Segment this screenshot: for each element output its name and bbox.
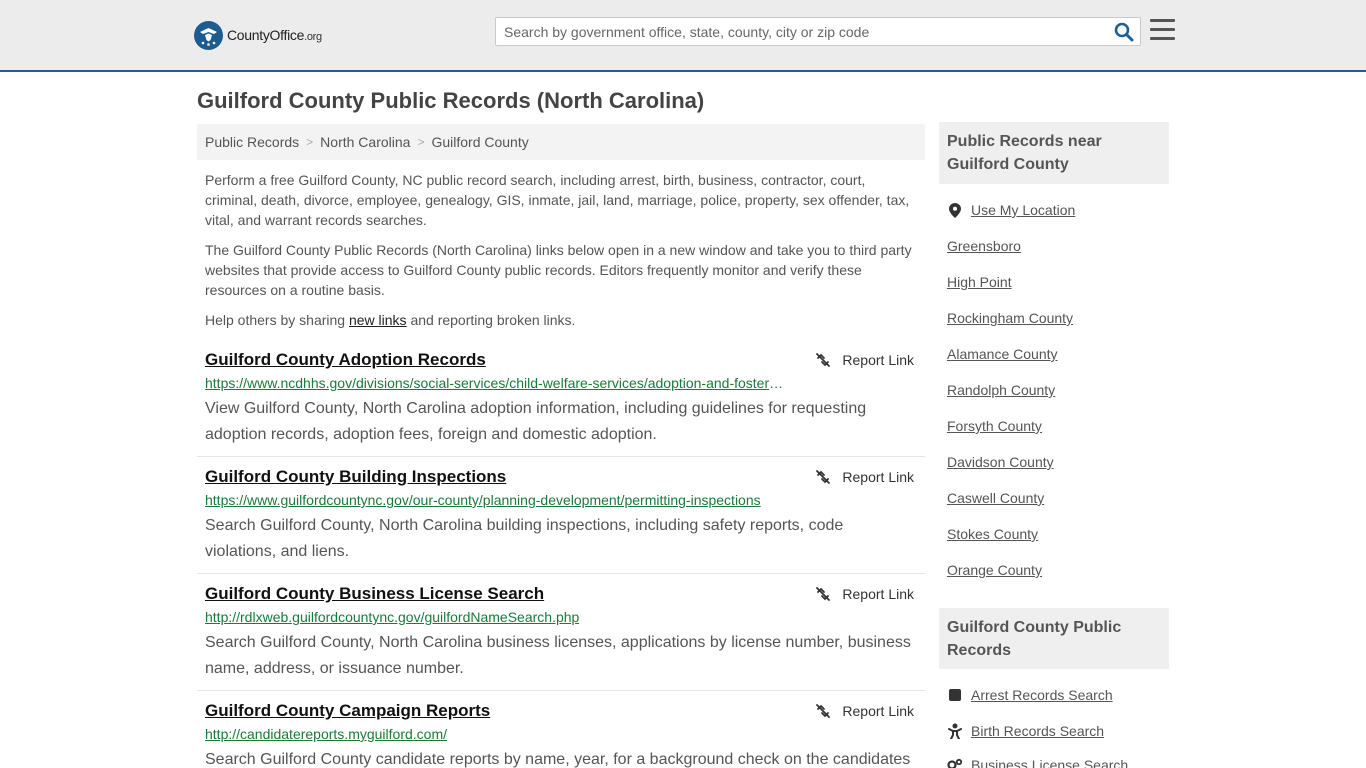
hamburger-menu-icon[interactable] [1150, 19, 1175, 43]
use-my-location-link[interactable]: Use My Location [947, 202, 1075, 218]
chevron-right-icon: > [417, 135, 425, 149]
sidebar-link-rockingham-county[interactable]: Rockingham County [947, 310, 1073, 326]
search-input[interactable] [496, 18, 1106, 45]
report-link-button[interactable]: Report Link [815, 352, 914, 368]
breadcrumb: Public Records > North Carolina > Guilfo… [197, 124, 925, 160]
sidebar-link-arrest-records[interactable]: Arrest Records Search [947, 687, 1113, 703]
baby-icon [947, 723, 963, 739]
sidebar-link-high-point[interactable]: High Point [947, 274, 1012, 290]
record-item: Guilford County Building Inspections Rep… [197, 467, 925, 574]
search-icon[interactable] [1114, 22, 1134, 42]
sidebar-link-randolph-county[interactable]: Randolph County [947, 382, 1055, 398]
page-title: Guilford County Public Records (North Ca… [197, 88, 705, 113]
record-description: Search Guilford County, North Carolina b… [205, 517, 844, 560]
sidebar-link-greensboro[interactable]: Greensboro [947, 238, 1021, 254]
record-url-link[interactable]: http://rdlxweb.guilfordcountync.gov/guil… [205, 609, 579, 625]
logo-eagle-icon [194, 20, 223, 50]
report-link-button[interactable]: Report Link [815, 469, 914, 485]
square-icon [947, 687, 963, 703]
sidebar-link-orange-county[interactable]: Orange County [947, 562, 1042, 578]
sidebar-link-stokes-county[interactable]: Stokes County [947, 526, 1038, 542]
sidebar-link-davidson-county[interactable]: Davidson County [947, 454, 1054, 470]
report-link-button[interactable]: Report Link [815, 586, 914, 602]
record-url-link[interactable]: https://www.guilfordcountync.gov/our-cou… [205, 492, 761, 508]
logo-text: CountyOffice.org [227, 27, 322, 43]
record-item: Guilford County Business License Search … [197, 584, 925, 691]
sidebar-link-birth-records[interactable]: Birth Records Search [947, 723, 1104, 739]
map-pin-icon [947, 202, 963, 218]
breadcrumb-public-records[interactable]: Public Records [205, 134, 299, 150]
broken-link-icon [816, 470, 831, 484]
intro-paragraph-2: The Guilford County Public Records (Nort… [205, 242, 912, 298]
record-description: View Guilford County, North Carolina ado… [205, 400, 867, 443]
chevron-right-icon: > [306, 135, 314, 149]
sidebar-link-alamance-county[interactable]: Alamance County [947, 346, 1058, 362]
record-url-link[interactable]: https://www.ncdhhs.gov/divisions/social-… [205, 375, 785, 391]
sidebar-link-business-license[interactable]: Business License Search [947, 757, 1128, 768]
broken-link-icon [816, 353, 831, 367]
record-item: Guilford County Adoption Records Report … [197, 350, 925, 457]
record-title-link[interactable]: Guilford County Business License Search [205, 584, 544, 604]
record-item: Guilford County Campaign Reports Report … [197, 701, 925, 768]
broken-link-icon [816, 587, 831, 601]
sidebar-heading-records: Guilford County Public Records [939, 608, 1169, 669]
intro-paragraph-1: Perform a free Guilford County, NC publi… [205, 172, 910, 228]
record-description: Search Guilford County candidate reports… [205, 751, 911, 768]
record-title-link[interactable]: Guilford County Campaign Reports [205, 701, 490, 721]
breadcrumb-guilford-county[interactable]: Guilford County [431, 134, 528, 150]
sidebar-link-caswell-county[interactable]: Caswell County [947, 490, 1044, 506]
site-logo[interactable]: CountyOffice.org [194, 20, 322, 50]
report-link-button[interactable]: Report Link [815, 703, 914, 719]
site-header: CountyOffice.org [0, 0, 1366, 72]
record-description: Search Guilford County, North Carolina b… [205, 634, 911, 677]
intro-paragraph-3: Help others by sharing new links and rep… [205, 312, 576, 328]
search-box [495, 17, 1141, 46]
breadcrumb-north-carolina[interactable]: North Carolina [320, 134, 410, 150]
record-url-link[interactable]: http://candidatereports.myguilford.com/ [205, 726, 447, 742]
record-title-link[interactable]: Guilford County Building Inspections [205, 467, 506, 487]
sidebar-link-forsyth-county[interactable]: Forsyth County [947, 418, 1042, 434]
broken-link-icon [816, 704, 831, 718]
gears-icon [947, 757, 963, 768]
new-links-link[interactable]: new links [349, 312, 407, 328]
record-title-link[interactable]: Guilford County Adoption Records [205, 350, 486, 370]
sidebar-heading-nearby: Public Records near Guilford County [939, 122, 1169, 184]
